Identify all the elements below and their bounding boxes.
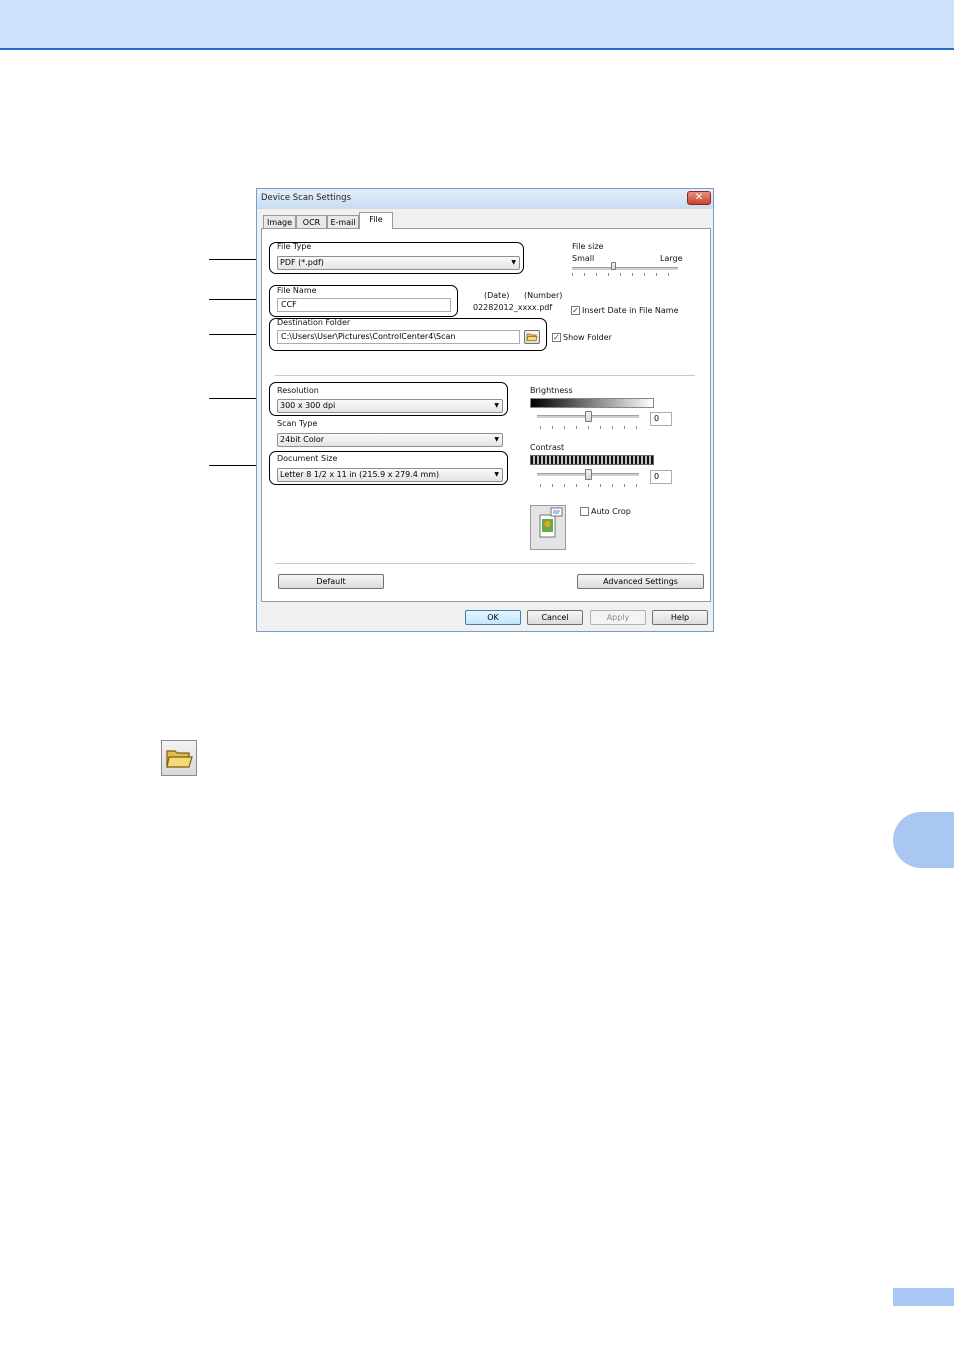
cancel-button[interactable]: Cancel [527, 610, 583, 625]
page-number-box [893, 1288, 954, 1306]
show-folder-label: Show Folder [563, 333, 612, 342]
scan-type-select[interactable]: 24bit Color ▼ [277, 433, 503, 447]
auto-crop-label: Auto Crop [591, 507, 631, 516]
number-header: (Number) [524, 291, 563, 300]
callout-outline-file-type [269, 242, 524, 274]
close-icon: ✕ [694, 192, 704, 203]
ok-button[interactable]: OK [465, 610, 521, 625]
brightness-value-input[interactable]: 0 [650, 412, 672, 426]
default-button[interactable]: Default [278, 574, 384, 589]
callout-outline-document-size [269, 451, 508, 485]
brightness-gradient-bar [530, 398, 654, 408]
tab-file[interactable]: File [359, 212, 393, 229]
page-header-band [0, 0, 954, 50]
file-size-small-label: Small [572, 254, 595, 263]
chevron-down-icon: ▼ [494, 436, 499, 443]
callout-outline-destination [269, 318, 547, 351]
dialog-titlebar: Device Scan Settings ✕ [257, 189, 713, 209]
contrast-pattern-bar [530, 455, 654, 465]
tab-email[interactable]: E-mail [327, 215, 359, 228]
advanced-settings-button[interactable]: Advanced Settings [577, 574, 704, 589]
scan-type-value: 24bit Color [280, 435, 325, 444]
brightness-slider-thumb[interactable] [585, 411, 592, 422]
apply-button[interactable]: Apply [590, 610, 646, 625]
contrast-slider-thumb[interactable] [585, 469, 592, 480]
file-size-label: File size [572, 242, 604, 251]
folder-button-illustration [161, 740, 197, 776]
contrast-ticks [540, 484, 640, 487]
checkmark-icon: ✓ [553, 333, 560, 342]
file-size-ticks [572, 273, 680, 276]
chapter-tab [893, 812, 954, 868]
contrast-value-input[interactable]: 0 [650, 470, 672, 484]
callout-outline-resolution [269, 382, 508, 416]
tab-image[interactable]: Image [263, 215, 296, 228]
file-size-slider-thumb[interactable] [611, 262, 617, 270]
contrast-label: Contrast [530, 443, 565, 452]
dialog-title: Device Scan Settings [261, 193, 352, 203]
device-scan-settings-dialog: Device Scan Settings ✕ Image OCR E-mail … [256, 188, 714, 632]
file-size-slider-track [572, 267, 678, 270]
file-size-large-label: Large [660, 254, 683, 263]
auto-crop-preview [530, 505, 566, 550]
show-folder-checkbox[interactable]: ✓ [552, 333, 561, 342]
help-button[interactable]: Help [652, 610, 708, 625]
date-header: (Date) [484, 291, 510, 300]
tab-ocr[interactable]: OCR [296, 215, 327, 228]
auto-crop-checkbox[interactable] [580, 507, 589, 516]
section-divider [275, 375, 695, 376]
bottom-divider [275, 563, 695, 564]
brightness-label: Brightness [530, 386, 573, 395]
close-button[interactable]: ✕ [687, 191, 711, 205]
document-image-icon [539, 507, 563, 538]
brightness-ticks [540, 426, 640, 429]
insert-date-checkbox[interactable]: ✓ [571, 306, 580, 315]
callout-outline-file-name [269, 285, 458, 317]
file-name-example: 02282012_xxxx.pdf [473, 303, 553, 312]
scan-type-label: Scan Type [277, 419, 318, 428]
folder-open-icon [166, 750, 193, 768]
checkmark-icon: ✓ [572, 306, 579, 315]
insert-date-label: Insert Date in File Name [582, 306, 679, 315]
file-tab-panel: File Type PDF (*.pdf) ▼ File size Small … [261, 228, 711, 602]
